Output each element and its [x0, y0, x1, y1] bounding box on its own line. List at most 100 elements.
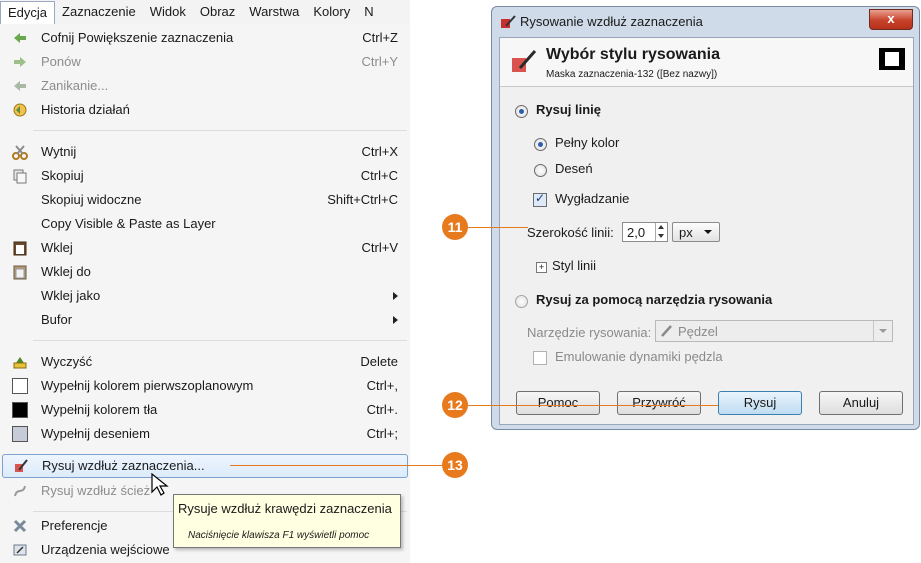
fill-pattern-icon — [12, 426, 28, 442]
menu-item-undo[interactable]: Cofnij Powiększenie zaznaczenia Ctrl+Z — [0, 26, 410, 50]
emulate-dynamics-checkbox[interactable] — [533, 351, 547, 365]
fill-fg-icon — [12, 378, 28, 394]
menu-item-label: Rysuj wzdłuż zaznaczenia... — [42, 458, 205, 473]
selection-preview — [879, 48, 905, 70]
menu-item-label: Wklej jako — [41, 288, 101, 303]
menu-item-cut[interactable]: Wytnij Ctrl+X — [0, 140, 410, 164]
antialias-label: Wygładzanie — [555, 191, 630, 206]
menu-separator — [33, 130, 407, 131]
line-width-label: Szerokość linii: — [527, 225, 614, 240]
callout-line — [468, 405, 718, 406]
redo-arrow-icon — [14, 57, 26, 67]
menu-kolory[interactable]: Kolory — [306, 1, 357, 23]
menu-item-label: Wklej do — [41, 264, 91, 279]
line-width-value: 2,0 — [627, 225, 646, 240]
solid-color-label: Pełny kolor — [555, 135, 620, 150]
stroke-line-radio[interactable] — [515, 105, 528, 118]
submenu-arrow-icon — [393, 316, 398, 324]
menu-item-shortcut: Shift+Ctrl+C — [327, 192, 398, 207]
menu-item-buffer[interactable]: Bufor — [0, 308, 410, 332]
stroke-tool-radio[interactable] — [515, 295, 528, 308]
menu-item-shortcut: Ctrl+, — [366, 378, 398, 393]
menu-warstwa[interactable]: Warstwa — [242, 1, 306, 23]
expander-plus-icon[interactable]: + — [536, 262, 547, 273]
menu-item-label: Copy Visible & Paste as Layer — [41, 216, 216, 231]
menu-separator — [33, 340, 407, 341]
menu-item-shortcut: Ctrl+Y — [361, 54, 398, 69]
solid-color-radio[interactable] — [534, 138, 547, 151]
menu-item-shortcut: Ctrl+X — [361, 144, 398, 159]
antialias-checkbox[interactable] — [533, 191, 547, 207]
menu-item-label: Wypełnij kolorem tła — [41, 402, 158, 417]
menu-item-label: Zanikanie... — [41, 78, 109, 93]
menu-item-redo[interactable]: Ponów Ctrl+Y — [0, 50, 410, 74]
menu-item-label: Skopiuj widoczne — [41, 192, 142, 207]
menu-item-copy-visible-paste-layer[interactable]: Copy Visible & Paste as Layer — [0, 212, 410, 236]
menu-item-shortcut: Ctrl+V — [361, 240, 398, 255]
edit-menu-dropdown: Cofnij Powiększenie zaznaczenia Ctrl+Z P… — [0, 24, 410, 563]
stroke-selection-dialog: Rysowanie wzdłuż zaznaczenia x Wybór sty… — [491, 6, 920, 430]
tooltip: Rysuje wzdłuż krawędzi zaznaczenia Naciś… — [173, 494, 401, 548]
menu-item-fill-pattern[interactable]: Wypełnij deseniem Ctrl+; — [0, 422, 410, 446]
unit-value: px — [679, 225, 693, 240]
paintbrush-icon — [661, 325, 672, 337]
menu-widok[interactable]: Widok — [143, 1, 193, 23]
dialog-titlebar[interactable]: Rysowanie wzdłuż zaznaczenia x — [492, 7, 919, 37]
gimp-app-icon — [501, 15, 516, 28]
pattern-label: Deseń — [555, 161, 593, 176]
menu-item-label: Wytnij — [41, 144, 77, 159]
dialog-body: Wybór stylu rysowania Maska zaznaczenia-… — [499, 37, 914, 425]
menu-item-stroke-selection[interactable]: Rysuj wzdłuż zaznaczenia... — [2, 454, 408, 478]
stroke-button[interactable]: Rysuj — [718, 391, 802, 415]
paint-tool-combo[interactable]: Pędzel — [655, 320, 893, 342]
menu-item-label: Ponów — [41, 54, 81, 69]
menu-item-paste-into[interactable]: Wklej do — [0, 260, 410, 284]
menu-item-shortcut: Ctrl+. — [366, 402, 398, 417]
mouse-cursor-icon — [151, 472, 169, 496]
menu-obraz[interactable]: Obraz — [193, 1, 242, 23]
menu-next[interactable]: N — [357, 1, 380, 23]
input-devices-icon — [13, 544, 27, 556]
menu-item-paste[interactable]: Wklej Ctrl+V — [0, 236, 410, 260]
menu-item-fill-fg[interactable]: Wypełnij kolorem pierwszoplanowym Ctrl+, — [0, 374, 410, 398]
stroke-tool-label: Rysuj za pomocą narzędzia rysowania — [536, 292, 773, 307]
menu-edycja[interactable]: Edycja — [0, 0, 56, 24]
reset-button[interactable]: Przywróć — [617, 391, 701, 415]
menu-item-paste-as[interactable]: Wklej jako — [0, 284, 410, 308]
menu-item-shortcut: Ctrl+Z — [362, 30, 398, 45]
callout-badge: 13 — [442, 452, 468, 478]
menu-item-label: Skopiuj — [41, 168, 84, 183]
help-button[interactable]: Pomoc — [516, 391, 600, 415]
menu-item-copy-visible[interactable]: Skopiuj widoczne Shift+Ctrl+C — [0, 188, 410, 212]
stroke-selection-icon — [512, 50, 537, 72]
pattern-radio[interactable] — [534, 164, 547, 177]
stroke-selection-icon — [15, 459, 28, 472]
undo-arrow-icon — [14, 33, 26, 43]
cancel-button[interactable]: Anuluj — [819, 391, 903, 415]
spinner-arrows-icon[interactable] — [655, 223, 667, 241]
dialog-title: Rysowanie wzdłuż zaznaczenia — [520, 14, 703, 29]
menu-item-label: Wypełnij deseniem — [41, 426, 150, 441]
submenu-arrow-icon — [393, 292, 398, 300]
unit-dropdown[interactable]: px — [672, 222, 720, 242]
fade-icon — [14, 81, 26, 91]
menu-item-fill-bg[interactable]: Wypełnij kolorem tła Ctrl+. — [0, 398, 410, 422]
chevron-down-icon — [873, 321, 892, 341]
menu-item-copy[interactable]: Skopiuj Ctrl+C — [0, 164, 410, 188]
menu-item-shortcut: Ctrl+; — [366, 426, 398, 441]
menu-item-label: Wypełnij kolorem pierwszoplanowym — [41, 378, 254, 393]
menu-item-label: Historia działań — [41, 102, 130, 117]
dialog-header-title: Wybór stylu rysowania — [546, 46, 720, 63]
scissors-icon — [12, 145, 28, 160]
menu-item-history[interactable]: Historia działań — [0, 98, 410, 122]
paste-icon — [13, 241, 27, 256]
dialog-header: Wybór stylu rysowania Maska zaznaczenia-… — [500, 38, 913, 87]
menu-item-fade[interactable]: Zanikanie... — [0, 74, 410, 98]
tooltip-hint: Naciśnięcie klawisza F1 wyświetli pomoc — [188, 530, 370, 541]
callout-badge: 11 — [442, 214, 468, 240]
menu-zaznaczenie[interactable]: Zaznaczenie — [55, 1, 143, 23]
close-button[interactable]: x — [869, 9, 913, 30]
line-width-spinner[interactable]: 2,0 — [622, 222, 668, 242]
menu-item-clear[interactable]: Wyczyść Delete — [0, 350, 410, 374]
line-style-label[interactable]: Styl linii — [552, 258, 596, 273]
